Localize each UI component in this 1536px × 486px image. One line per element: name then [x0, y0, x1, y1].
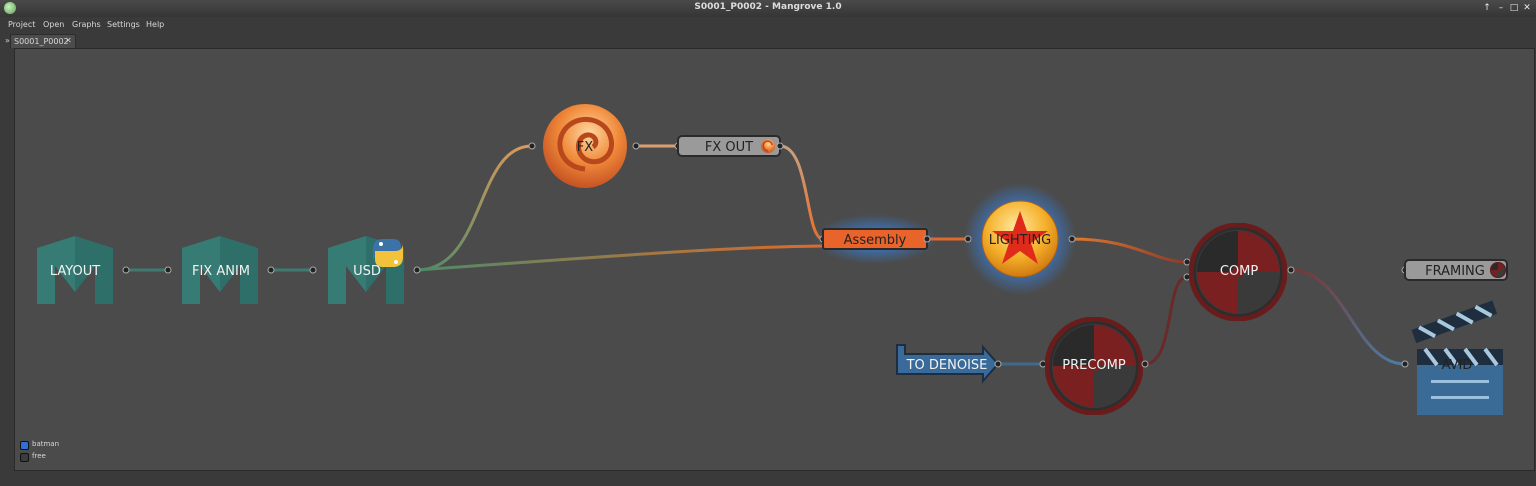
node-lighting[interactable]: LIGHTING [964, 183, 1076, 295]
node-to-denoise-label: TO DENOISE [906, 358, 988, 373]
python-logo-icon [373, 239, 403, 267]
node-precomp-label: PRECOMP [1062, 358, 1126, 373]
maximize-button[interactable]: □ [1508, 2, 1520, 14]
wire-comp-avid [1290, 268, 1406, 366]
node-comp-label: COMP [1220, 264, 1259, 279]
node-avid-label: AVID [1442, 358, 1473, 373]
port-out [413, 266, 421, 274]
legend-swatch [20, 441, 29, 450]
port-out [994, 360, 1002, 368]
nuke-logo-icon [1490, 262, 1506, 278]
legend-label: free [32, 452, 46, 460]
houdini-swirl-icon [761, 139, 775, 153]
node-framing-label: FRAMING [1425, 264, 1485, 279]
node-fix-anim[interactable]: FIX ANIM [164, 236, 275, 304]
node-fx[interactable]: FX [528, 104, 640, 188]
title-bar: S0001_P0002 - Mangrove 1.0 ↑ – □ ✕ [0, 0, 1536, 18]
node-layout[interactable]: LAYOUT [37, 236, 130, 304]
port-in [1401, 360, 1409, 368]
wire-lighting-comp [1071, 237, 1188, 264]
tab-label: S0001_P0002 [14, 37, 69, 46]
wire-precomp-comp [1144, 275, 1188, 366]
node-precomp[interactable]: PRECOMP [1039, 319, 1149, 413]
port-in [164, 266, 172, 274]
port-out [632, 142, 640, 150]
node-assembly[interactable]: Assembly [813, 214, 937, 264]
node-fx-label: FX [577, 140, 593, 155]
keep-above-icon[interactable]: ↑ [1481, 2, 1493, 14]
port-in [964, 235, 972, 243]
port-in [528, 142, 536, 150]
node-to-denoise[interactable]: TO DENOISE [896, 344, 1002, 384]
node-framing[interactable]: FRAMING [1401, 259, 1508, 281]
tab-bar: » S0001_P0002 ✕ [0, 33, 1536, 48]
node-fix-anim-label: FIX ANIM [192, 264, 250, 279]
wire-usd-assembly [416, 244, 824, 272]
node-usd[interactable]: USD [309, 236, 421, 304]
menu-open[interactable]: Open [43, 20, 64, 29]
node-comp[interactable]: COMP [1183, 225, 1295, 319]
node-fx-out[interactable]: FX OUT [674, 135, 784, 157]
node-layout-label: LAYOUT [50, 264, 100, 279]
port-in [1183, 258, 1191, 266]
tab-close-icon[interactable]: ✕ [65, 36, 72, 45]
legend-label: batman [32, 440, 60, 448]
menu-bar: Project Open Graphs Settings Help [0, 17, 1536, 33]
port-out [122, 266, 130, 274]
port-in [309, 266, 317, 274]
tab-graph[interactable]: S0001_P0002 ✕ [10, 34, 76, 48]
node-lighting-label: LIGHTING [989, 233, 1052, 248]
node-graph-canvas[interactable]: LAYOUT FIX ANIM USD FX FX OUT Assembly L… [14, 48, 1535, 471]
legend-swatch [20, 453, 29, 462]
port-out [267, 266, 275, 274]
graph-svg: LAYOUT FIX ANIM USD FX FX OUT Assembly L… [37, 104, 1508, 415]
wire-fxout-assembly [779, 144, 824, 241]
port-out [1287, 266, 1295, 274]
menu-help[interactable]: Help [146, 20, 164, 29]
port-out [1141, 360, 1149, 368]
node-usd-label: USD [353, 264, 381, 279]
menu-graphs[interactable]: Graphs [72, 20, 101, 29]
wire-usd-fx [416, 144, 533, 272]
port-out [923, 235, 931, 243]
node-avid[interactable]: AVID [1401, 300, 1503, 415]
close-window-button[interactable]: ✕ [1521, 2, 1533, 14]
port-out [1068, 235, 1076, 243]
minimize-button[interactable]: – [1495, 2, 1507, 14]
port-out [776, 142, 784, 150]
window-title: S0001_P0002 - Mangrove 1.0 [694, 2, 842, 12]
menu-project[interactable]: Project [8, 20, 35, 29]
node-fx-out-label: FX OUT [705, 140, 753, 155]
node-assembly-label: Assembly [844, 233, 907, 248]
menu-settings[interactable]: Settings [107, 20, 140, 29]
